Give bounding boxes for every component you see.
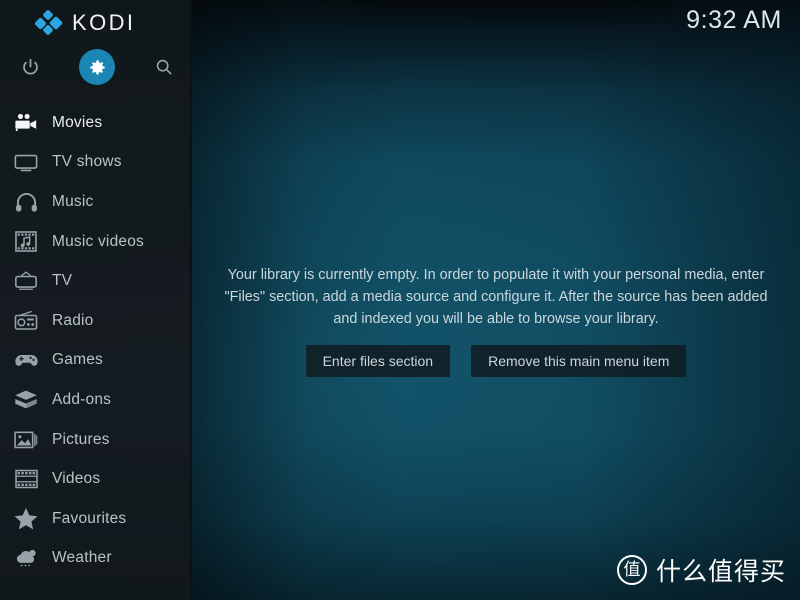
top-action-bar	[0, 46, 192, 88]
sidebar-item-label: Pictures	[52, 430, 110, 448]
star-icon	[10, 507, 42, 531]
main-menu: Movies TV shows Music Music videos TV Ra…	[0, 103, 192, 578]
clock: 9:32 AM	[686, 6, 782, 34]
watermark-badge-icon: 值	[616, 555, 647, 585]
sidebar-item-label: Music	[52, 192, 94, 210]
watermark-text: 什么值得买	[655, 557, 786, 586]
sidebar-item-tv-shows[interactable]: TV shows	[0, 143, 192, 183]
empty-library-actions: Enter files section Remove this main men…	[305, 345, 687, 377]
settings-button-circle	[79, 49, 115, 85]
sidebar-item-label: Movies	[52, 113, 103, 131]
sidebar-item-games[interactable]: Games	[0, 341, 192, 381]
enter-files-section-button[interactable]: Enter files section	[305, 345, 451, 377]
power-button[interactable]	[8, 46, 52, 88]
open-box-icon	[10, 388, 42, 412]
sidebar-item-label: Add-ons	[52, 390, 112, 408]
sidebar: KODI Movies TV shows Music Music videos …	[0, 0, 192, 600]
app-title: KODI	[72, 10, 136, 35]
sidebar-item-label: TV shows	[52, 153, 122, 171]
sidebar-item-weather[interactable]: Weather	[0, 539, 192, 579]
radio-icon	[10, 309, 42, 333]
sidebar-item-videos[interactable]: Videos	[0, 459, 192, 499]
remove-main-menu-item-button[interactable]: Remove this main menu item	[471, 345, 687, 377]
headphones-icon	[10, 190, 42, 214]
empty-library-panel: Your library is currently empty. In orde…	[192, 264, 800, 377]
film-strip-icon	[10, 467, 42, 491]
watermark: 值 什么值得买	[616, 552, 786, 588]
kodi-diamond-logo-icon	[34, 9, 64, 36]
power-icon	[22, 58, 38, 74]
sidebar-item-pictures[interactable]: Pictures	[0, 420, 192, 460]
sidebar-item-label: Games	[52, 351, 103, 369]
sidebar-item-label: Videos	[52, 470, 101, 488]
gamepad-icon	[10, 348, 42, 372]
sidebar-item-favourites[interactable]: Favourites	[0, 499, 192, 539]
sidebar-divider	[190, 0, 192, 600]
film-music-icon	[10, 230, 42, 254]
empty-library-message: Your library is currently empty. In orde…	[224, 267, 768, 327]
settings-button[interactable]	[75, 46, 119, 88]
sidebar-item-music-videos[interactable]: Music videos	[0, 222, 192, 262]
content-area: 9:32 AM Your library is currently empty.…	[192, 0, 800, 600]
gear-icon	[89, 59, 105, 75]
sidebar-item-radio[interactable]: Radio	[0, 301, 192, 341]
sidebar-item-label: TV	[52, 272, 73, 290]
picture-icon	[10, 428, 42, 452]
tv-antenna-icon	[10, 269, 42, 293]
sidebar-item-music[interactable]: Music	[0, 182, 192, 222]
kodi-home-screen: KODI Movies TV shows Music Music videos …	[0, 0, 800, 600]
search-button[interactable]	[142, 46, 186, 88]
sidebar-item-label: Music videos	[52, 232, 144, 250]
app-logo[interactable]: KODI	[0, 0, 192, 46]
sidebar-item-movies[interactable]: Movies	[0, 103, 192, 143]
sidebar-item-label: Radio	[52, 311, 94, 329]
search-icon	[156, 59, 172, 75]
television-icon	[10, 150, 42, 174]
sidebar-item-tv[interactable]: TV	[0, 261, 192, 301]
cloud-icon	[10, 546, 42, 570]
sidebar-item-add-ons[interactable]: Add-ons	[0, 380, 192, 420]
sidebar-item-label: Favourites	[52, 509, 127, 527]
sidebar-item-label: Weather	[52, 549, 112, 567]
movie-camera-icon	[10, 111, 42, 135]
